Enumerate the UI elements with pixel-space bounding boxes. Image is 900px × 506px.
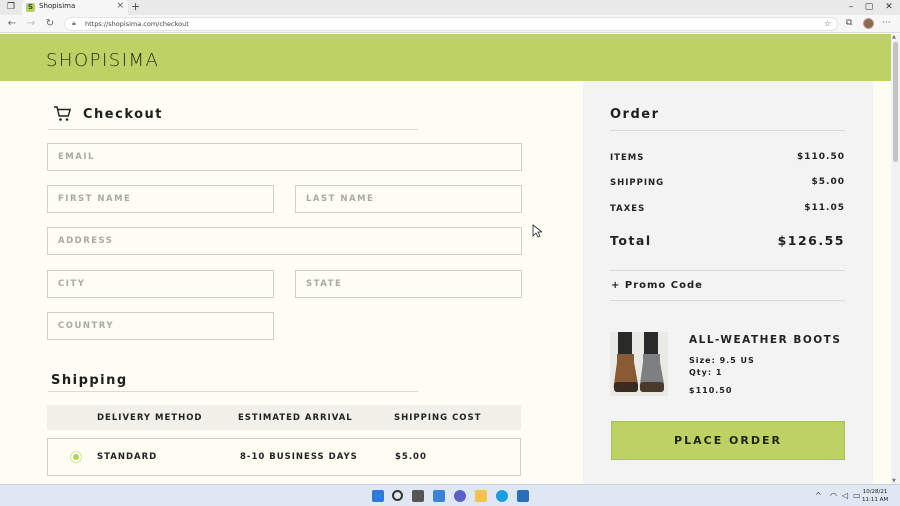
edge-icon[interactable] [496,490,508,502]
items-label: ITEMS [610,153,645,163]
checkout-title: Checkout [83,107,164,122]
minimize-icon[interactable]: – [845,2,857,13]
store-icon[interactable] [517,490,529,502]
file-explorer-icon[interactable] [475,490,487,502]
order-title: Order [610,107,660,122]
state-input[interactable] [296,271,521,297]
widgets-icon[interactable] [433,490,445,502]
country-input[interactable] [48,313,273,339]
clock-time: 11:11 AM [862,497,889,503]
cart-icon [54,106,71,121]
shipping-option-standard[interactable]: STANDARD 8-10 BUSINESS DAYS $5.00 [47,438,521,476]
first-name-field[interactable] [47,185,274,213]
product-price: $110.50 [689,386,733,395]
radio-selected-dot [73,454,79,460]
start-icon[interactable] [372,490,384,502]
browser-tab-bar: ❐ S Shopisima × + – ▢ ✕ [0,0,900,15]
email-field[interactable] [47,143,522,171]
product-name: ALL-WEATHER BOOTS [689,334,842,346]
country-field[interactable] [47,312,274,340]
shipping-table-header: DELIVERY METHOD ESTIMATED ARRIVAL SHIPPI… [47,405,521,430]
volume-icon[interactable]: ◁ [842,491,848,500]
back-icon[interactable]: ← [6,18,18,29]
windows-taskbar: ^ ◠ ◁ ▭ 10/28/21 11:11 AM [0,484,900,506]
clock-date: 10/28/21 [862,489,888,495]
url-field[interactable]: 🔒︎ https://shopisima.com/checkout ☆ [64,17,838,31]
shipping-cost: $5.00 [395,452,427,462]
divider [610,300,845,301]
new-tab-icon[interactable]: + [131,0,140,13]
product-size: Size: 9.5 US [689,356,755,365]
last-name-field[interactable] [295,185,522,213]
system-clock[interactable]: 10/28/21 11:11 AM [862,488,888,504]
total-label: Total [610,233,652,248]
mouse-cursor-icon [532,224,542,238]
chat-icon[interactable] [454,490,466,502]
scrollbar-thumb[interactable] [893,42,898,162]
address-field[interactable] [47,227,522,255]
shipping-value: $5.00 [811,177,845,187]
search-icon[interactable] [392,490,403,501]
column-header: SHIPPING COST [394,413,482,423]
window-close-icon[interactable]: ✕ [883,2,895,13]
shipping-arrival: 8-10 BUSINESS DAYS [240,452,358,462]
lock-icon: 🔒︎ [72,19,76,27]
city-input[interactable] [48,271,273,297]
tab-close-icon[interactable]: × [116,1,124,11]
address-bar-row: ← → ↻ 🔒︎ https://shopisima.com/checkout … [0,15,900,33]
shipping-method: STANDARD [97,452,158,462]
wifi-icon[interactable]: ◠ [830,491,837,500]
site-header: SHOPISIMA [0,34,891,81]
divider [610,130,845,131]
tab-title: Shopisima [39,2,76,10]
city-field[interactable] [47,270,274,298]
column-header: DELIVERY METHOD [97,413,203,423]
checkout-page: SHOPISIMA Checkout Shipping DELIVERY MET… [0,34,891,484]
favorite-star-icon[interactable]: ☆ [824,19,831,28]
url-text: https://shopisima.com/checkout [85,20,189,28]
total-value: $126.55 [777,233,845,248]
collections-icon[interactable]: ⧉ [846,18,852,28]
task-view-icon[interactable] [412,490,424,502]
site-logo[interactable]: SHOPISIMA [46,50,159,71]
address-input[interactable] [48,228,521,254]
state-field[interactable] [295,270,522,298]
email-input[interactable] [48,144,521,170]
divider [610,270,845,271]
profile-avatar[interactable] [863,18,874,29]
first-name-input[interactable] [48,186,273,212]
forward-icon[interactable]: → [25,18,37,29]
maximize-icon[interactable]: ▢ [863,2,875,13]
divider [48,129,418,130]
place-order-button[interactable]: PLACE ORDER [611,421,845,460]
product-thumbnail [610,332,668,396]
taxes-value: $11.05 [804,203,845,213]
more-menu-icon[interactable]: ··· [882,18,891,28]
shipping-label: SHIPPING [610,178,665,188]
column-header: ESTIMATED ARRIVAL [238,413,353,423]
promo-code-toggle[interactable]: + Promo Code [611,280,703,291]
tab-actions-icon[interactable]: ❐ [5,2,17,13]
shipping-title: Shipping [51,373,128,388]
product-qty: Qty: 1 [689,368,723,377]
divider [48,391,418,392]
items-value: $110.50 [797,152,845,162]
scroll-up-icon[interactable]: ▲ [892,34,896,40]
taxes-label: TAXES [610,204,646,214]
site-favicon-icon: S [26,3,35,12]
battery-icon[interactable]: ▭ [853,491,861,500]
reload-icon[interactable]: ↻ [44,18,56,29]
last-name-input[interactable] [296,186,521,212]
show-hidden-icons-icon[interactable]: ^ [815,491,822,500]
page-scrollbar[interactable]: ▲ ▼ [891,34,900,484]
order-summary-panel: Order ITEMS $110.50 SHIPPING $5.00 TAXES… [583,81,873,484]
shipping-radio[interactable] [70,451,82,463]
browser-tab[interactable]: S Shopisima × [22,0,128,15]
